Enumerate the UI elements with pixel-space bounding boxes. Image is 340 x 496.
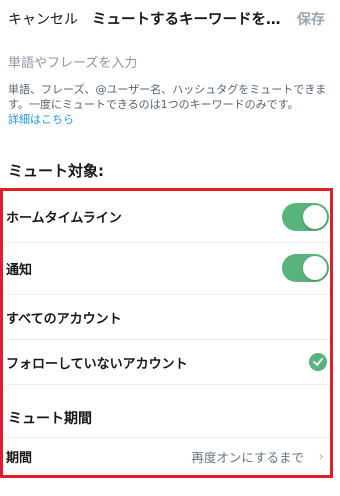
- help-description: 単語、フレーズ、@ユーザー名、ハッシュタグをミュートできます。一度にミュートでき…: [8, 83, 327, 111]
- chevron-right-icon: ›: [318, 448, 324, 465]
- all-accounts-label: すべてのアカウント: [6, 311, 122, 327]
- period-row[interactable]: 期間 再度オンにするまで ›: [6, 437, 330, 475]
- not-following-label: フォローしていないアカウント: [6, 356, 188, 372]
- period-value: 再度オンにするまで: [191, 450, 304, 465]
- notifications-row: 通知: [6, 243, 330, 295]
- checkmark-icon: [309, 353, 327, 371]
- toggle-knob: [303, 256, 327, 280]
- home-timeline-toggle[interactable]: [282, 203, 329, 231]
- notifications-toggle[interactable]: [282, 254, 329, 282]
- not-following-option[interactable]: フォローしていないアカウント: [6, 340, 330, 385]
- mute-duration-title: ミュート期間: [8, 411, 92, 427]
- all-accounts-option[interactable]: すべてのアカウント: [6, 295, 330, 340]
- home-timeline-row: ホームタイムライン: [6, 191, 330, 243]
- page-title: ミュートするキーワードを…: [92, 12, 281, 28]
- toggle-knob: [303, 205, 327, 229]
- cancel-button[interactable]: キャンセル: [8, 9, 78, 29]
- learn-more-link[interactable]: 詳細はこちら: [8, 112, 334, 127]
- keyword-input[interactable]: 単語やフレーズを入力: [8, 52, 328, 71]
- save-button[interactable]: 保存: [297, 9, 325, 29]
- mute-target-title: ミュート対象:: [8, 162, 104, 180]
- help-text: 単語、フレーズ、@ユーザー名、ハッシュタグをミュートできます。一度にミュートでき…: [8, 82, 334, 127]
- top-bar: キャンセル ミュートするキーワードを… 保存: [0, 0, 340, 38]
- keyword-input-placeholder: 単語やフレーズを入力: [8, 56, 138, 71]
